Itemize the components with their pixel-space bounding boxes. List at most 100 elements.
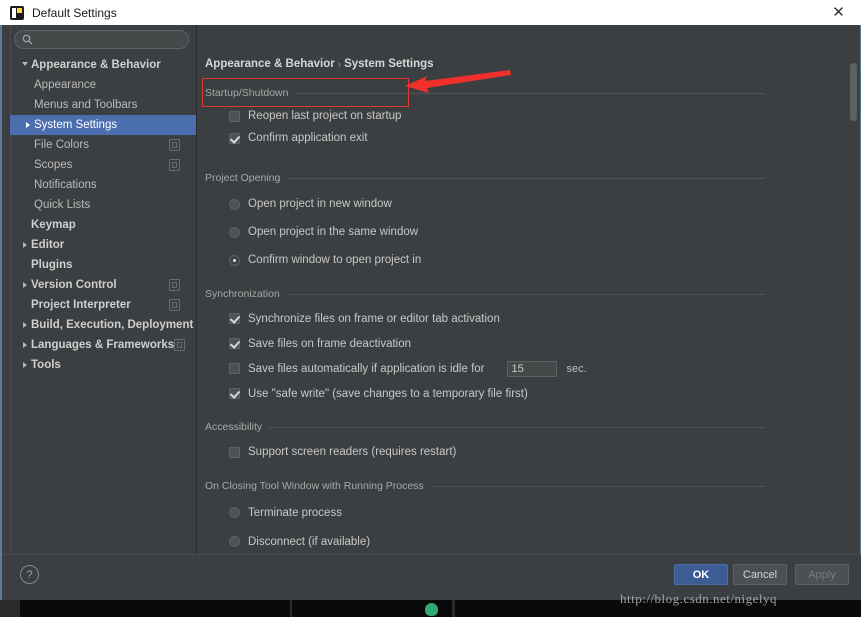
content-scrollbar[interactable] xyxy=(850,53,857,565)
apply-button: Apply xyxy=(795,564,849,585)
sidebar-item-version-control[interactable]: Version Control xyxy=(10,275,196,295)
ok-button[interactable]: OK xyxy=(674,564,728,585)
sidebar-item-project-interpreter[interactable]: Project Interpreter xyxy=(10,295,196,315)
copy-settings-icon[interactable] xyxy=(169,299,180,311)
confirm-window-label: Confirm window to open project in xyxy=(248,254,421,266)
sidebar-item-file-colors[interactable]: File Colors xyxy=(10,135,196,155)
sidebar-item-label: Version Control xyxy=(31,279,169,291)
save-files-deactivation-label: Save files on frame deactivation xyxy=(248,338,411,350)
sidebar-item-label: File Colors xyxy=(34,139,169,151)
sidebar-item-system-settings[interactable]: System Settings xyxy=(10,115,196,135)
synchronize-files-label: Synchronize files on frame or editor tab… xyxy=(248,313,500,325)
sidebar-item-label: Build, Execution, Deployment xyxy=(31,319,196,331)
sidebar-item-quick-lists[interactable]: Quick Lists xyxy=(10,195,196,215)
section-rule xyxy=(286,178,765,179)
search-field-wrapper xyxy=(14,30,189,49)
copy-settings-icon[interactable] xyxy=(169,159,180,171)
chevron-right-icon[interactable] xyxy=(18,342,31,348)
sidebar-item-label: Languages & Frameworks xyxy=(31,339,174,351)
section-rule xyxy=(430,486,765,487)
support-screen-readers-checkbox[interactable] xyxy=(229,447,240,458)
checkbox-row-autosave-idle[interactable]: Save files automatically if application … xyxy=(205,356,765,381)
save-files-deactivation-checkbox[interactable] xyxy=(229,338,240,349)
sidebar-item-keymap[interactable]: Keymap xyxy=(10,215,196,235)
safe-write-label: Use "safe write" (save changes to a temp… xyxy=(248,388,528,400)
copy-settings-icon[interactable] xyxy=(169,279,180,291)
support-screen-readers-label: Support screen readers (requires restart… xyxy=(248,446,456,458)
breadcrumb-root[interactable]: Appearance & Behavior xyxy=(205,58,335,70)
sidebar-item-label: Appearance xyxy=(34,79,196,91)
section-title-startup: Startup/Shutdown xyxy=(205,87,765,99)
taskbar-segment xyxy=(20,600,290,617)
disconnect-radio[interactable] xyxy=(229,536,240,547)
checkbox-row-reopen-last-project[interactable]: Reopen last project on startup xyxy=(205,105,765,127)
sidebar-item-tools[interactable]: Tools xyxy=(10,355,196,375)
sidebar-item-menus-and-toolbars[interactable]: Menus and Toolbars xyxy=(10,95,196,115)
chevron-right-icon[interactable] xyxy=(18,242,31,248)
section-label: Project Opening xyxy=(205,172,280,184)
chevron-right-icon[interactable] xyxy=(18,282,31,288)
chevron-right-icon[interactable] xyxy=(18,362,31,368)
copy-settings-icon[interactable] xyxy=(174,339,185,351)
safe-write-checkbox[interactable] xyxy=(229,388,240,399)
synchronize-files-checkbox[interactable] xyxy=(229,313,240,324)
copy-settings-icon[interactable] xyxy=(169,139,180,151)
open-project-new-window-label: Open project in new window xyxy=(248,198,392,210)
settings-category-tree[interactable]: Appearance & Behavior Appearance Menus and… xyxy=(10,55,196,595)
radio-row-open-new-window[interactable]: Open project in new window xyxy=(205,190,765,218)
radio-row-confirm-window[interactable]: Confirm window to open project in xyxy=(205,246,765,274)
taskbar-app-icon-green[interactable] xyxy=(425,603,438,616)
scrollbar-thumb[interactable] xyxy=(850,63,857,121)
search-input[interactable] xyxy=(38,33,172,47)
sidebar-item-plugins[interactable]: Plugins xyxy=(10,255,196,275)
sidebar-item-languages-frameworks[interactable]: Languages & Frameworks xyxy=(10,335,196,355)
terminate-process-radio[interactable] xyxy=(229,507,240,518)
checkbox-row-confirm-exit[interactable]: Confirm application exit xyxy=(205,127,765,149)
open-project-new-window-radio[interactable] xyxy=(229,199,240,210)
chevron-right-icon[interactable] xyxy=(18,322,31,328)
section-label: Startup/Shutdown xyxy=(205,87,288,99)
settings-content-pane: Appearance & Behavior›System Settings St… xyxy=(197,25,855,570)
settings-dialog-body: Appearance & Behavior Appearance Menus and… xyxy=(0,25,861,600)
autosave-idle-seconds-input[interactable] xyxy=(507,361,557,377)
confirm-window-radio[interactable] xyxy=(229,255,240,266)
search-box[interactable] xyxy=(14,30,189,49)
checkbox-row-screen-readers[interactable]: Support screen readers (requires restart… xyxy=(205,441,765,463)
sidebar-item-notifications[interactable]: Notifications xyxy=(10,175,196,195)
reopen-last-project-checkbox[interactable] xyxy=(229,111,240,122)
sidebar-item-build-execution-deployment[interactable]: Build, Execution, Deployment xyxy=(10,315,196,335)
breadcrumb-current: System Settings xyxy=(344,58,433,70)
checkbox-row-synchronize-files[interactable]: Synchronize files on frame or editor tab… xyxy=(205,306,765,331)
sidebar-item-appearance-behavior[interactable]: Appearance & Behavior xyxy=(10,55,196,75)
terminate-process-label: Terminate process xyxy=(248,507,342,519)
checkbox-row-safe-write[interactable]: Use "safe write" (save changes to a temp… xyxy=(205,381,765,406)
sidebar-item-scopes[interactable]: Scopes xyxy=(10,155,196,175)
cancel-button[interactable]: Cancel xyxy=(733,564,787,585)
open-project-same-window-label: Open project in the same window xyxy=(248,226,418,238)
autosave-idle-checkbox[interactable] xyxy=(229,363,240,374)
radio-row-disconnect[interactable]: Disconnect (if available) xyxy=(205,527,765,556)
chevron-right-icon[interactable] xyxy=(21,122,34,128)
radio-row-terminate-process[interactable]: Terminate process xyxy=(205,498,765,527)
close-icon[interactable]: ✕ xyxy=(816,0,861,25)
search-icon xyxy=(22,34,33,45)
breadcrumb-separator-icon: › xyxy=(338,59,341,70)
breadcrumb: Appearance & Behavior›System Settings xyxy=(205,58,434,70)
checkbox-row-save-on-deactivation[interactable]: Save files on frame deactivation xyxy=(205,331,765,356)
help-icon[interactable]: ? xyxy=(20,565,39,584)
pycharm-icon xyxy=(10,6,24,20)
radio-row-open-same-window[interactable]: Open project in the same window xyxy=(205,218,765,246)
section-synchronization: Synchronization Synchronize files on fra… xyxy=(205,288,765,406)
confirm-application-exit-checkbox[interactable] xyxy=(229,133,240,144)
sidebar-item-label: Menus and Toolbars xyxy=(34,99,196,111)
autosave-idle-unit-label: sec. xyxy=(567,363,587,375)
autosave-idle-label: Save files automatically if application … xyxy=(248,363,485,375)
open-project-same-window-radio[interactable] xyxy=(229,227,240,238)
section-label: On Closing Tool Window with Running Proc… xyxy=(205,480,424,492)
sidebar-item-appearance[interactable]: Appearance xyxy=(10,75,196,95)
chevron-down-icon[interactable] xyxy=(18,62,31,69)
section-label: Synchronization xyxy=(205,288,280,300)
sidebar-item-editor[interactable]: Editor xyxy=(10,235,196,255)
section-rule xyxy=(286,294,765,295)
sidebar-item-label: Appearance & Behavior xyxy=(31,59,196,71)
